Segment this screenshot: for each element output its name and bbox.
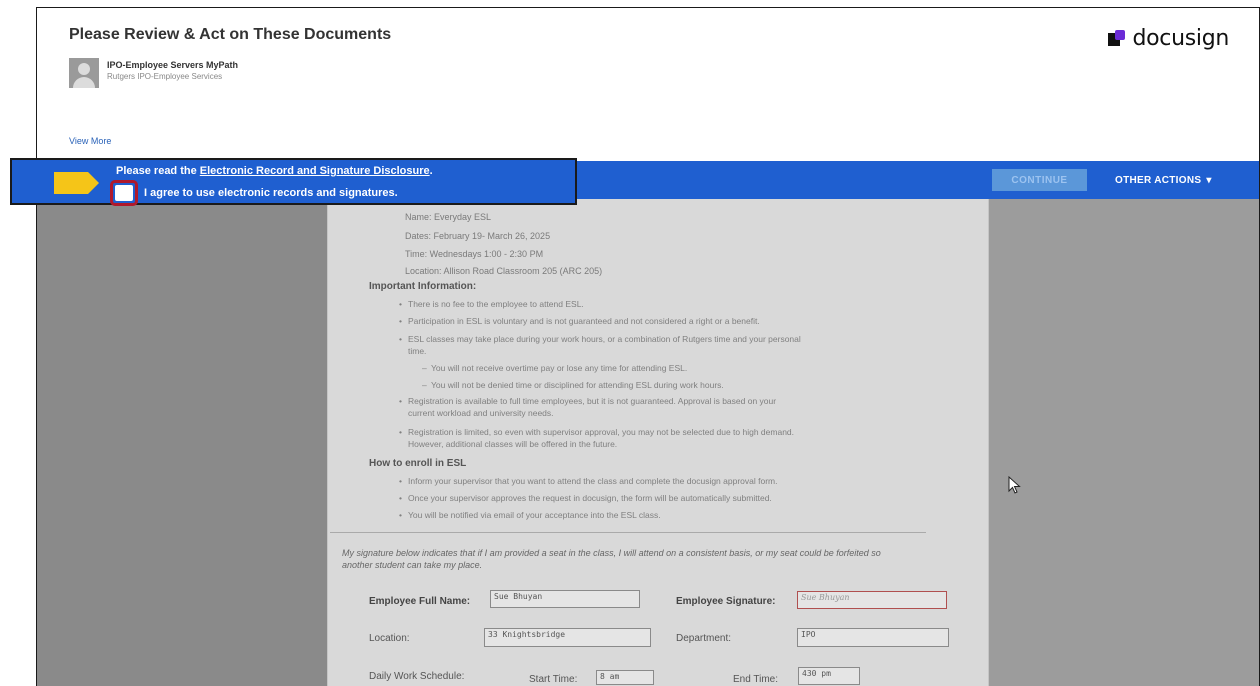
full-name-field[interactable]: Sue Bhuyan xyxy=(490,590,640,608)
list-item: – You will not receive overtime pay or lo… xyxy=(422,363,688,373)
list-item: – You will not be denied time or discipli… xyxy=(422,380,724,390)
list-item: • Inform your supervisor that you want to… xyxy=(399,476,778,486)
sender-info: IPO-Employee Servers MyPath Rutgers IPO-… xyxy=(69,58,238,88)
docusign-logo: docusign xyxy=(1108,26,1229,51)
page-title: Please Review & Act on These Documents xyxy=(69,26,392,43)
department-field[interactable]: IPO xyxy=(797,628,949,647)
disclosure-callout: Please read the Electronic Record and Si… xyxy=(10,158,577,206)
signature-note: My signature below indicates that if I a… xyxy=(342,548,881,570)
logo-text: docusign xyxy=(1132,26,1229,51)
signature-label: Employee Signature: xyxy=(676,596,776,607)
agree-label[interactable]: I agree to use electronic records and si… xyxy=(144,187,398,199)
department-label: Department: xyxy=(676,633,732,644)
agree-checkbox[interactable] xyxy=(115,185,133,201)
class-info-line: Name: Everyday ESL xyxy=(405,212,492,222)
list-item: • You will be notified via email of your … xyxy=(399,510,661,520)
class-info-line: Dates: February 19- March 26, 2025 xyxy=(405,231,551,241)
list-item: • Registration is available to full time … xyxy=(399,396,777,406)
end-time-label: End Time: xyxy=(733,674,779,685)
start-time-label: Start Time: xyxy=(529,674,578,685)
list-item: • ESL classes may take place during your … xyxy=(399,334,801,344)
location-field[interactable]: 33 Knightsbridge xyxy=(484,628,651,647)
list-item-continuation: time. xyxy=(408,346,427,356)
enroll-heading: How to enroll in ESL xyxy=(369,458,467,469)
list-item: • Once your supervisor approves the reque… xyxy=(399,493,772,503)
disclosure-text: Please read the Electronic Record and Si… xyxy=(116,165,433,177)
list-item: • Registration is limited, so even with s… xyxy=(399,427,795,437)
agree-row[interactable]: I agree to use electronic records and si… xyxy=(110,180,398,206)
list-item-continuation: current workload and university needs. xyxy=(408,408,554,418)
signature-field[interactable]: Sue Bhuyan xyxy=(797,591,947,609)
list-item-continuation: However, additional classes will be offe… xyxy=(408,439,618,449)
sender-name: IPO-Employee Servers MyPath xyxy=(107,60,239,70)
arrow-tag-icon xyxy=(54,172,100,194)
list-item: • Participation in ESL is voluntary and i… xyxy=(399,316,760,326)
schedule-label: Daily Work Schedule: xyxy=(369,671,465,682)
end-time-field[interactable]: 430 pm xyxy=(798,667,860,685)
full-name-label: Employee Full Name: xyxy=(369,596,471,607)
list-item: • There is no fee to the employee to atte… xyxy=(399,299,584,309)
class-info-line: Time: Wednesdays 1:00 - 2:30 PM xyxy=(405,249,544,259)
chevron-down-icon: ▾ xyxy=(1206,174,1212,186)
mouse-cursor-icon xyxy=(1008,476,1021,494)
location-label: Location: xyxy=(369,633,410,644)
other-actions-label: OTHER ACTIONS xyxy=(1115,174,1202,186)
checkbox-highlight[interactable] xyxy=(110,180,138,206)
avatar xyxy=(69,58,99,88)
start-time-field[interactable]: 8 am xyxy=(596,670,654,685)
continue-button[interactable]: CONTINUE xyxy=(992,169,1087,191)
disclosure-link[interactable]: Electronic Record and Signature Disclosu… xyxy=(200,165,430,177)
other-actions-menu[interactable]: OTHER ACTIONS ▾ xyxy=(1115,169,1212,191)
class-info-line: Location: Allison Road Classroom 205 (AR… xyxy=(405,266,603,276)
docusign-logo-icon xyxy=(1108,29,1126,48)
important-heading: Important Information: xyxy=(369,281,477,292)
document-right-margin xyxy=(986,199,1259,686)
view-more-link[interactable]: View More xyxy=(69,136,111,146)
sender-org: Rutgers IPO-Employee Services xyxy=(107,72,223,81)
